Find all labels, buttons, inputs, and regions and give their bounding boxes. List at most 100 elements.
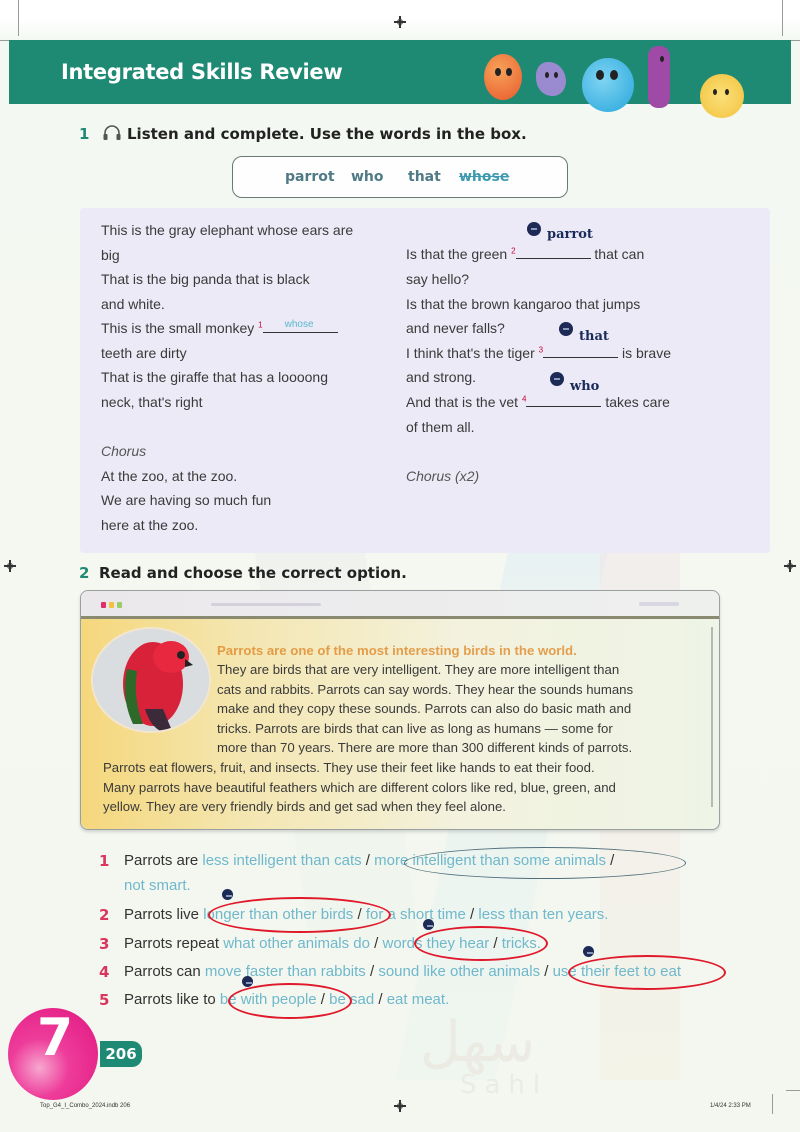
- lyric-line: teeth are dirty: [101, 345, 187, 361]
- question-number: 4: [99, 963, 110, 981]
- print-slug-date: 1/4/24 2:33 PM: [710, 1103, 751, 1109]
- annotation-dot: [222, 889, 233, 900]
- watermark-subtext: Sahl: [460, 1070, 549, 1100]
- lyric-line: say hello?: [406, 271, 470, 287]
- registration-mark-icon: [394, 1100, 406, 1112]
- blank-input-3[interactable]: [543, 346, 619, 358]
- passage-line: more than 70 years. There are more than …: [217, 740, 633, 755]
- page-title: Integrated Skills Review: [61, 60, 343, 84]
- passage-first-line: Parrots are one of the most interesting …: [217, 643, 577, 658]
- option[interactable]: not smart.: [124, 877, 191, 894]
- crop-mark: [782, 0, 783, 36]
- passage-line: cats and rabbits. Parrots can say words.…: [217, 682, 634, 697]
- passage-line: yellow. They are very friendly birds and…: [103, 799, 506, 814]
- registration-mark-icon: [394, 16, 406, 28]
- annotation-dot: [583, 946, 594, 957]
- lyric-line: neck, that's right: [101, 394, 203, 410]
- annotation-dot: [242, 976, 253, 987]
- word-box-item-crossed: whose: [459, 169, 510, 185]
- question-stem: Parrots can: [124, 963, 201, 980]
- reading-window: Parrots are one of the most interesting …: [80, 590, 720, 830]
- crop-mark: [772, 1094, 773, 1114]
- address-bar: [211, 603, 321, 606]
- annotation-dot: [527, 222, 541, 236]
- lyric-line: At the zoo, at the zoo.: [101, 468, 238, 484]
- blank-input-2[interactable]: [515, 247, 591, 259]
- lyric-line: of them all.: [406, 419, 475, 435]
- registration-mark-icon: [4, 560, 16, 572]
- question-stem: Parrots are: [124, 852, 199, 869]
- parrot-icon: [93, 629, 209, 731]
- lyric-line: We are having so much fun: [101, 492, 272, 508]
- annotation-dot: [550, 372, 564, 386]
- question-stem: Parrots like to: [124, 991, 216, 1008]
- word-box-item: that: [408, 169, 441, 185]
- lyric-text: Is that the green: [406, 246, 508, 262]
- lyric-text: takes care: [605, 394, 670, 410]
- lyric-line: Is that the green 2 that can: [406, 246, 644, 262]
- word-box: parrot who that whose: [232, 156, 568, 198]
- lyric-text: This is the small monkey: [101, 320, 255, 336]
- crop-mark: [18, 0, 19, 36]
- orange-mascot-icon: [484, 54, 522, 100]
- passage-line: make and they copy these sounds. Parrots…: [217, 701, 632, 716]
- question-number: 2: [99, 906, 110, 924]
- print-slug-file: Top_G4_I_Combo_2024.indb 206: [40, 1103, 131, 1109]
- unit-number: 7: [37, 1008, 74, 1068]
- option[interactable]: what other animals do: [223, 935, 370, 952]
- passage-line: They are birds that are very intelligent…: [217, 662, 620, 677]
- crop-mark: [786, 1090, 800, 1091]
- option[interactable]: eat meat.: [387, 991, 450, 1008]
- selected-answer-circle-red: [414, 926, 548, 961]
- window-controls: [639, 602, 679, 606]
- watermark-logo: سهل: [420, 1010, 536, 1075]
- blank-input-1[interactable]: whose: [262, 319, 338, 333]
- selected-answer-circle-red: [568, 955, 726, 990]
- lyric-line: and white.: [101, 296, 165, 312]
- lyric-line: That is the giraffe that has a loooong: [101, 369, 329, 385]
- question-number: 5: [99, 991, 110, 1009]
- lyric-line: This is the gray elephant whose ears are: [101, 222, 354, 238]
- scrollbar[interactable]: [711, 627, 713, 807]
- question-1-continued: not smart.: [124, 877, 191, 894]
- lyric-line: That is the big panda that is black: [101, 271, 310, 287]
- option[interactable]: less intelligent than cats: [202, 852, 361, 869]
- parrot-photo: [91, 627, 211, 733]
- word-box-item: parrot: [285, 169, 335, 185]
- option[interactable]: move faster than rabbits: [205, 963, 366, 980]
- lyric-line: I think that's the tiger 3 is brave: [406, 345, 671, 361]
- page-number: 206: [100, 1041, 142, 1067]
- window-minimize-dot-icon: [109, 602, 114, 608]
- word-box-item: who: [351, 169, 384, 185]
- selected-answer-circle-red: [228, 983, 352, 1019]
- lyric-text: is brave: [621, 345, 672, 361]
- passage-line: tricks. Parrots are birds that can live …: [217, 721, 613, 736]
- chorus-label: Chorus: [101, 443, 147, 459]
- window-title-bar: [81, 591, 719, 619]
- annotation-dot: [423, 919, 434, 930]
- lyric-line: Is that the brown kangaroo that jumps: [406, 296, 641, 312]
- lyric-line: And that is the vet 4 takes care: [406, 394, 670, 410]
- lyric-line: This is the small monkey 1 whose: [101, 319, 338, 336]
- purple-mascot-icon: [536, 62, 566, 96]
- violet-mascot-icon: [648, 46, 670, 108]
- question-number: 1: [99, 852, 110, 870]
- selected-answer-circle-red: [208, 897, 391, 933]
- lyric-text: that can: [594, 246, 645, 262]
- option[interactable]: less than ten years.: [478, 906, 608, 923]
- reading-passage: Parrots are one of the most interesting …: [81, 619, 719, 829]
- question-stem: Parrots live: [124, 906, 200, 923]
- blank-input-4[interactable]: [526, 395, 602, 407]
- headphones-audio-icon[interactable]: [102, 125, 122, 141]
- lyric-line: and strong.: [406, 369, 477, 385]
- exercise-instruction: Read and choose the correct option.: [99, 564, 407, 582]
- chorus-label: Chorus (x2): [406, 468, 480, 484]
- passage-line: Many parrots have beautiful feathers whi…: [103, 780, 616, 795]
- option[interactable]: sound like other animals: [378, 963, 540, 980]
- lyric-line: big: [101, 247, 120, 263]
- question-number: 3: [99, 935, 110, 953]
- handwritten-answer: that: [579, 329, 609, 344]
- selected-answer-circle-blue: [404, 847, 686, 879]
- window-maximize-dot-icon: [117, 602, 122, 608]
- registration-mark-icon: [784, 560, 796, 572]
